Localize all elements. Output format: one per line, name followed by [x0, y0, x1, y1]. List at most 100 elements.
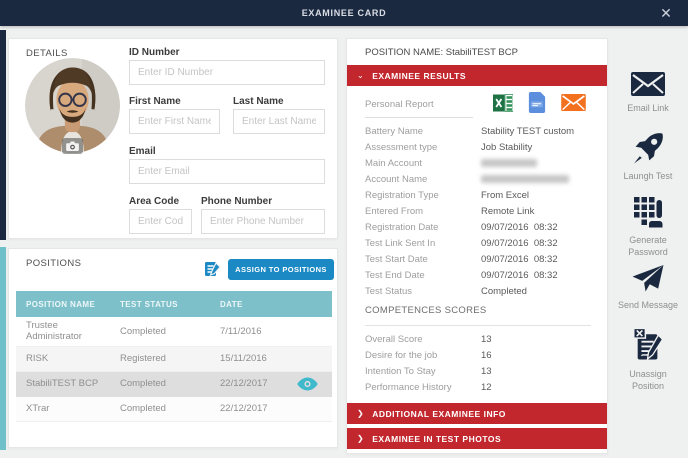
table-row[interactable]: XTrar Completed 22/12/2017 — [16, 397, 332, 422]
last-name-field[interactable] — [233, 109, 325, 134]
launch-test-icon — [632, 131, 665, 164]
info-label: Assessment type — [365, 142, 481, 153]
edit-positions-icon[interactable] — [204, 260, 221, 277]
test-status-cell: Completed — [120, 403, 220, 414]
score-value: 13 — [481, 334, 492, 345]
section-title: ADDITIONAL EXAMINEE INFO — [372, 409, 506, 419]
score-label: Performance History — [365, 382, 481, 393]
date-cell: 7/11/2016 — [220, 326, 332, 337]
info-value: Completed — [481, 286, 527, 297]
id-number-label: ID Number — [129, 47, 180, 58]
view-result-eye-icon[interactable] — [297, 377, 318, 390]
camera-icon — [66, 141, 79, 151]
document-report-icon[interactable] — [528, 92, 546, 113]
info-value: Stability TEST custom — [481, 126, 574, 137]
info-value: Job Stability — [481, 142, 532, 153]
area-code-field[interactable] — [129, 209, 192, 234]
redacted-value — [481, 159, 537, 167]
unassign-position-icon — [633, 327, 663, 362]
score-value: 16 — [481, 350, 492, 361]
table-row[interactable]: RISK Registered 15/11/2016 — [16, 347, 332, 372]
info-value: 09/07/2016 08:32 — [481, 270, 558, 281]
examinee-results-title: EXAMINEE RESULTS — [372, 71, 466, 81]
info-row: Main Account — [365, 155, 591, 171]
info-value: Remote Link — [481, 206, 534, 217]
phone-number-field[interactable] — [201, 209, 325, 234]
excel-report-icon[interactable] — [493, 93, 513, 113]
info-label: Registration Date — [365, 222, 481, 233]
info-row: Registration Type From Excel — [365, 187, 591, 203]
assign-to-positions-button[interactable]: ASSIGN TO POSITIONS — [228, 259, 334, 280]
send-message-icon — [631, 264, 665, 293]
info-value — [481, 175, 569, 183]
collapsible-section-header[interactable]: ❯ ADDITIONAL EXAMINEE INFO — [347, 403, 607, 424]
action-launch-test[interactable]: Laungh Test — [608, 131, 688, 183]
info-label: Test Status — [365, 286, 481, 297]
score-value: 12 — [481, 382, 492, 393]
modal-titlebar: EXAMINEE CARD ✕ — [0, 0, 688, 26]
collapsible-section-header[interactable]: ❯ EXAMINEE IN TEST PHOTOS — [347, 428, 607, 449]
table-row[interactable]: Trustee Administrator Completed 7/11/201… — [16, 317, 332, 347]
generate-password-icon — [633, 196, 663, 228]
score-label: Intention To Stay — [365, 366, 481, 377]
report-download-icons — [493, 92, 586, 113]
competences-scores-list: Overall Score 13 Desire for the job 16 I… — [365, 331, 591, 395]
test-status-cell: Registered — [120, 353, 220, 364]
info-row: Assessment type Job Stability — [365, 139, 591, 155]
score-row: Performance History 12 — [365, 379, 591, 395]
section-title: EXAMINEE IN TEST PHOTOS — [372, 434, 501, 444]
action-generate-password[interactable]: Generate Password — [608, 196, 688, 258]
info-value: 09/07/2016 08:32 — [481, 222, 558, 233]
action-unassign-position[interactable]: Unassign Position — [608, 327, 688, 392]
personal-report-row: Personal Report — [365, 91, 591, 117]
collapsed-sections: ❯ ADDITIONAL EXAMINEE INFO ❯ EXAMINEE IN… — [347, 403, 607, 449]
info-row: Account Name — [365, 171, 591, 187]
info-row: Entered From Remote Link — [365, 203, 591, 219]
date-cell: 15/11/2016 — [220, 353, 332, 364]
first-name-label: First Name — [129, 96, 181, 107]
info-row: Test Status Completed — [365, 283, 591, 299]
score-label: Overall Score — [365, 334, 481, 345]
positions-accent-strip — [0, 247, 6, 450]
results-panel: POSITION NAME: StabiliTEST BCP ⌄ EXAMINE… — [346, 38, 608, 454]
score-value: 13 — [481, 366, 492, 377]
chevron-right-icon: ❯ — [357, 409, 364, 418]
action-send-message[interactable]: Send Message — [608, 264, 688, 312]
area-code-label: Area Code — [129, 196, 179, 207]
info-row: Test End Date 09/07/2016 08:32 — [365, 267, 591, 283]
positions-table-header: POSITION NAME TEST STATUS DATE — [16, 291, 332, 317]
change-photo-button[interactable] — [62, 138, 83, 154]
score-row: Overall Score 13 — [365, 331, 591, 347]
modal-title: EXAMINEE CARD — [302, 8, 387, 18]
email-link-icon — [631, 72, 665, 96]
action-sidebar: Email Link Laungh Test Generate Password… — [608, 26, 688, 458]
id-number-field[interactable] — [129, 60, 325, 85]
test-status-cell: Completed — [120, 326, 220, 337]
positions-section-title: POSITIONS — [26, 258, 81, 269]
positions-table: POSITION NAME TEST STATUS DATE Trustee A… — [16, 291, 332, 422]
personal-report-label: Personal Report — [365, 99, 473, 118]
col-date: DATE — [220, 300, 332, 309]
score-row: Desire for the job 16 — [365, 347, 591, 363]
info-row: Registration Date 09/07/2016 08:32 — [365, 219, 591, 235]
chevron-down-icon: ⌄ — [357, 71, 364, 80]
competences-scores-title: COMPETENCES SCORES — [365, 305, 591, 326]
action-label: Generate Password — [617, 235, 679, 258]
info-label: Test Start Date — [365, 254, 481, 265]
close-icon[interactable]: ✕ — [652, 0, 680, 26]
position-name-cell: XTrar — [16, 403, 120, 414]
action-email-link[interactable]: Email Link — [608, 72, 688, 115]
email-report-icon[interactable] — [561, 94, 586, 111]
info-label: Entered From — [365, 206, 481, 217]
phone-number-label: Phone Number — [201, 196, 272, 207]
email-field[interactable] — [129, 159, 325, 184]
action-label: Send Message — [617, 300, 679, 312]
info-value — [481, 159, 537, 167]
info-label: Main Account — [365, 158, 481, 169]
first-name-field[interactable] — [129, 109, 220, 134]
info-row: Battery Name Stability TEST custom — [365, 123, 591, 139]
positions-panel: POSITIONS ASSIGN TO POSITIONS POSITION N… — [8, 248, 338, 448]
info-label: Test Link Sent In — [365, 238, 481, 249]
examinee-results-section-header[interactable]: ⌄ EXAMINEE RESULTS — [347, 65, 607, 86]
table-row[interactable]: StabiliTEST BCP Completed 22/12/2017 — [16, 372, 332, 397]
